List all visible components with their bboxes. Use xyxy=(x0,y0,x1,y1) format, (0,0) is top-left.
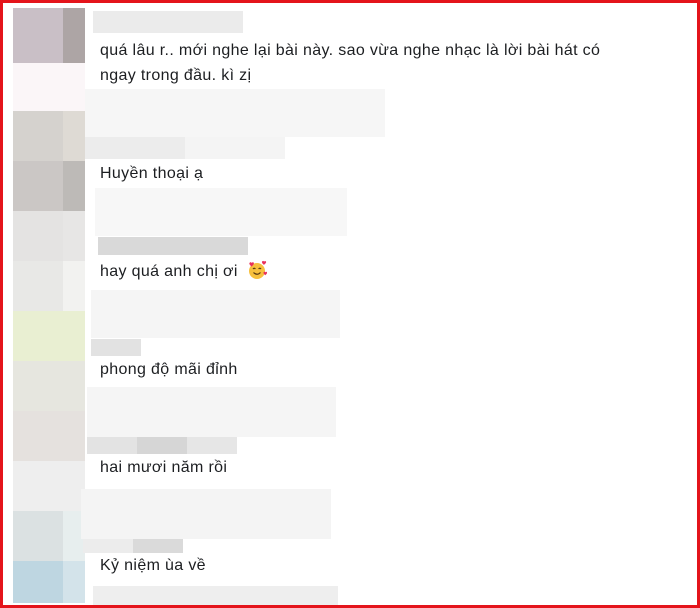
comment-text: Kỷ niệm ùa về xyxy=(100,557,206,574)
comment-text: quá lâu r.. mới nghe lại bài này. sao vừ… xyxy=(100,42,601,59)
comment-with-emoji: hay quá anh chị ơi xyxy=(100,259,267,284)
comments-screenshot: quá lâu r.. mới nghe lại bài này. sao vừ… xyxy=(0,0,700,608)
comment-text: Huyền thoại ạ xyxy=(100,165,204,182)
comment-text: ngay trong đầu. kì zị xyxy=(100,67,252,84)
comment-text: phong độ mãi đỉnh xyxy=(100,361,238,378)
comment-text: hay quá anh chị ơi xyxy=(100,263,238,280)
smiling-face-with-hearts-icon xyxy=(248,260,267,279)
comment-text: hai mươi năm rồi xyxy=(100,459,228,476)
